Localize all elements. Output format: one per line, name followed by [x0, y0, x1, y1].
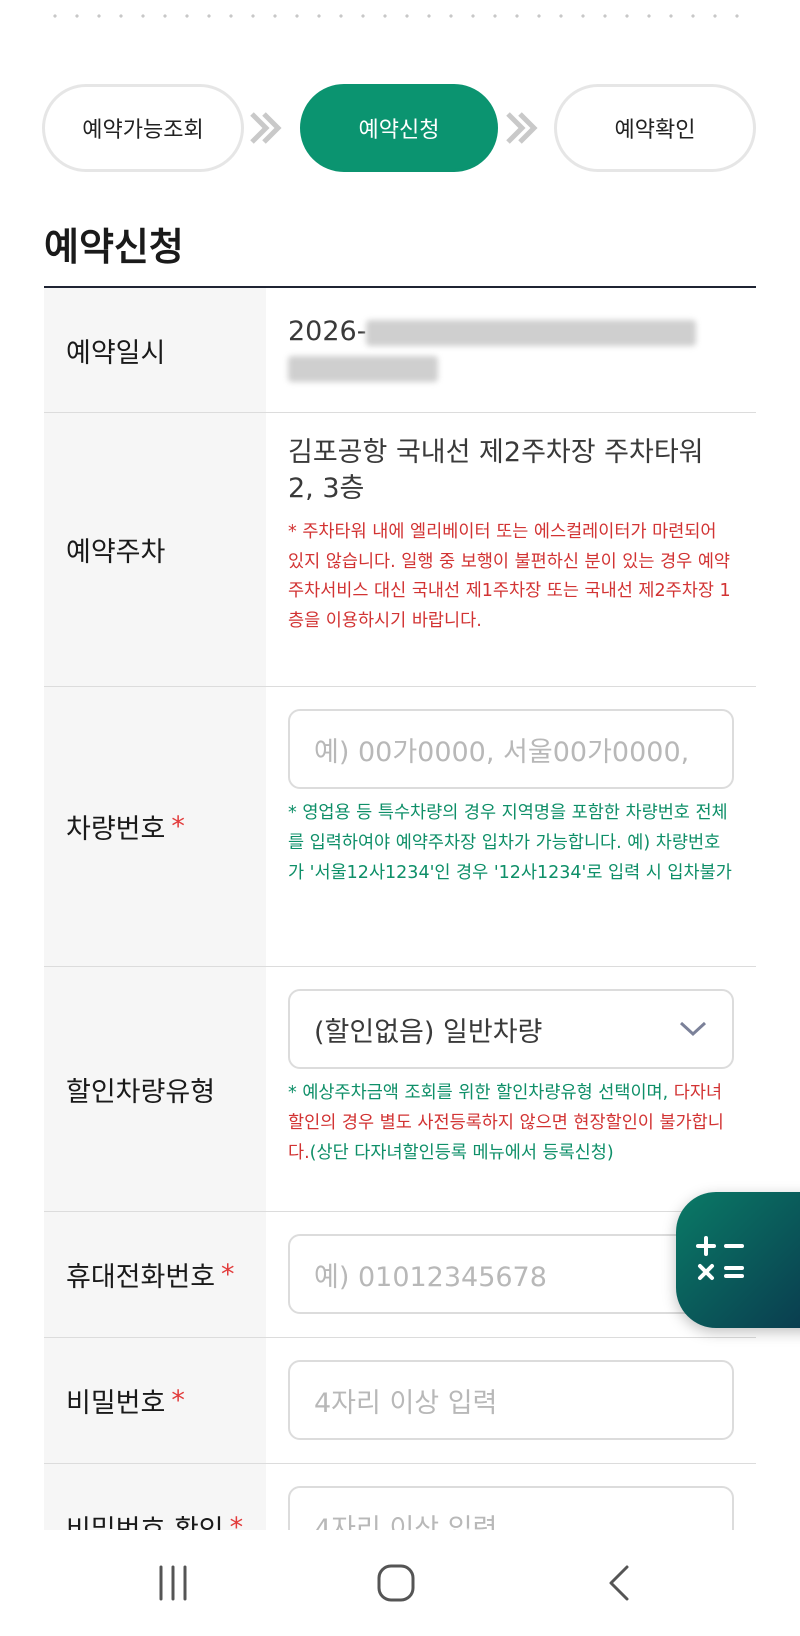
step-availability[interactable]: 예약가능조회: [42, 84, 244, 172]
car-number-notice: * 영업용 등 특수차량의 경우 지역명을 포함한 차량번호 전체를 입력하여야…: [288, 803, 732, 883]
label-password: 비밀번호 *: [44, 1338, 266, 1463]
reserve-parking-value: 김포공항 국내선 제2주차장 주차타워 2, 3층: [288, 437, 704, 505]
discount-type-select[interactable]: (할인없음) 일반차량: [288, 989, 734, 1069]
redacted-block: [366, 319, 697, 346]
step-indicator: 예약가능조회 예약신청 예약확인: [42, 84, 756, 172]
value-discount-type: (할인없음) 일반차량 * 예상주차금액 조회를 위한 할인차량유형 선택이며,…: [266, 967, 756, 1211]
value-car-number: 예) 00가0000, 서울00가0000, * 영업용 등 특수차량의 경우 …: [266, 687, 756, 966]
dotted-divider: [44, 14, 756, 18]
password-input[interactable]: 4자리 이상 입력: [288, 1360, 734, 1440]
back-icon: [609, 1565, 629, 1601]
phone-input[interactable]: 예) 01012345678: [288, 1234, 734, 1314]
recent-apps-icon: [159, 1565, 187, 1601]
car-number-input[interactable]: 예) 00가0000, 서울00가0000,: [288, 709, 734, 789]
required-mark: *: [171, 811, 185, 842]
reserve-datetime-value: 2026-: [288, 316, 367, 347]
row-car-number: 차량번호 * 예) 00가0000, 서울00가0000, * 영업용 등 특수차…: [44, 687, 756, 967]
home-icon: [377, 1564, 415, 1602]
label-car-number: 차량번호 *: [44, 687, 266, 966]
step-application[interactable]: 예약신청: [300, 84, 498, 172]
parking-notice: * 주차타워 내에 엘리베이터 또는 에스컬레이터가 마련되어 있지 않습니다.…: [288, 521, 731, 632]
row-reserve-datetime: 예약일시 2026-: [44, 288, 756, 413]
discount-notice: * 예상주차금액 조회를 위한 할인차량유형 선택이며, 다자녀할인의 경우 별…: [288, 1083, 724, 1163]
chevron-double-right-icon: [506, 112, 538, 144]
system-navigation-bar: [0, 1530, 800, 1636]
value-reserve-parking: 김포공항 국내선 제2주차장 주차타워 2, 3층 * 주차타워 내에 엘리베이…: [266, 413, 756, 686]
chevron-down-icon: [679, 1021, 707, 1037]
calculator-button[interactable]: [676, 1192, 800, 1328]
label-discount-type: 할인차량유형: [44, 967, 266, 1211]
row-discount-type: 할인차량유형 (할인없음) 일반차량 * 예상주차금액 조회를 위한 할인차량유…: [44, 967, 756, 1212]
back-button[interactable]: [591, 1556, 651, 1610]
required-mark: *: [221, 1259, 235, 1290]
chevron-double-right-icon: [250, 112, 282, 144]
label-reserve-datetime: 예약일시: [44, 288, 266, 412]
row-phone: 휴대전화번호 * 예) 01012345678: [44, 1212, 756, 1338]
step-confirmation[interactable]: 예약확인: [554, 84, 756, 172]
page-title: 예약신청: [44, 225, 184, 269]
reservation-form: 예약일시 2026- 예약주차 김포공항 국내선 제2주차장 주차타워 2, 3…: [44, 286, 756, 1590]
recent-apps-button[interactable]: [143, 1556, 203, 1610]
value-reserve-datetime: 2026-: [266, 288, 756, 412]
row-reserve-parking: 예약주차 김포공항 국내선 제2주차장 주차타워 2, 3층 * 주차타워 내에…: [44, 413, 756, 687]
redacted-block: [288, 356, 438, 383]
value-password: 4자리 이상 입력: [266, 1338, 756, 1463]
calculator-icon: [696, 1236, 744, 1280]
discount-type-selected: (할인없음) 일반차량: [314, 1016, 543, 1048]
required-mark: *: [171, 1385, 185, 1416]
row-password: 비밀번호 * 4자리 이상 입력: [44, 1338, 756, 1464]
label-reserve-parking: 예약주차: [44, 413, 266, 686]
label-phone: 휴대전화번호 *: [44, 1212, 266, 1337]
home-button[interactable]: [366, 1556, 426, 1610]
